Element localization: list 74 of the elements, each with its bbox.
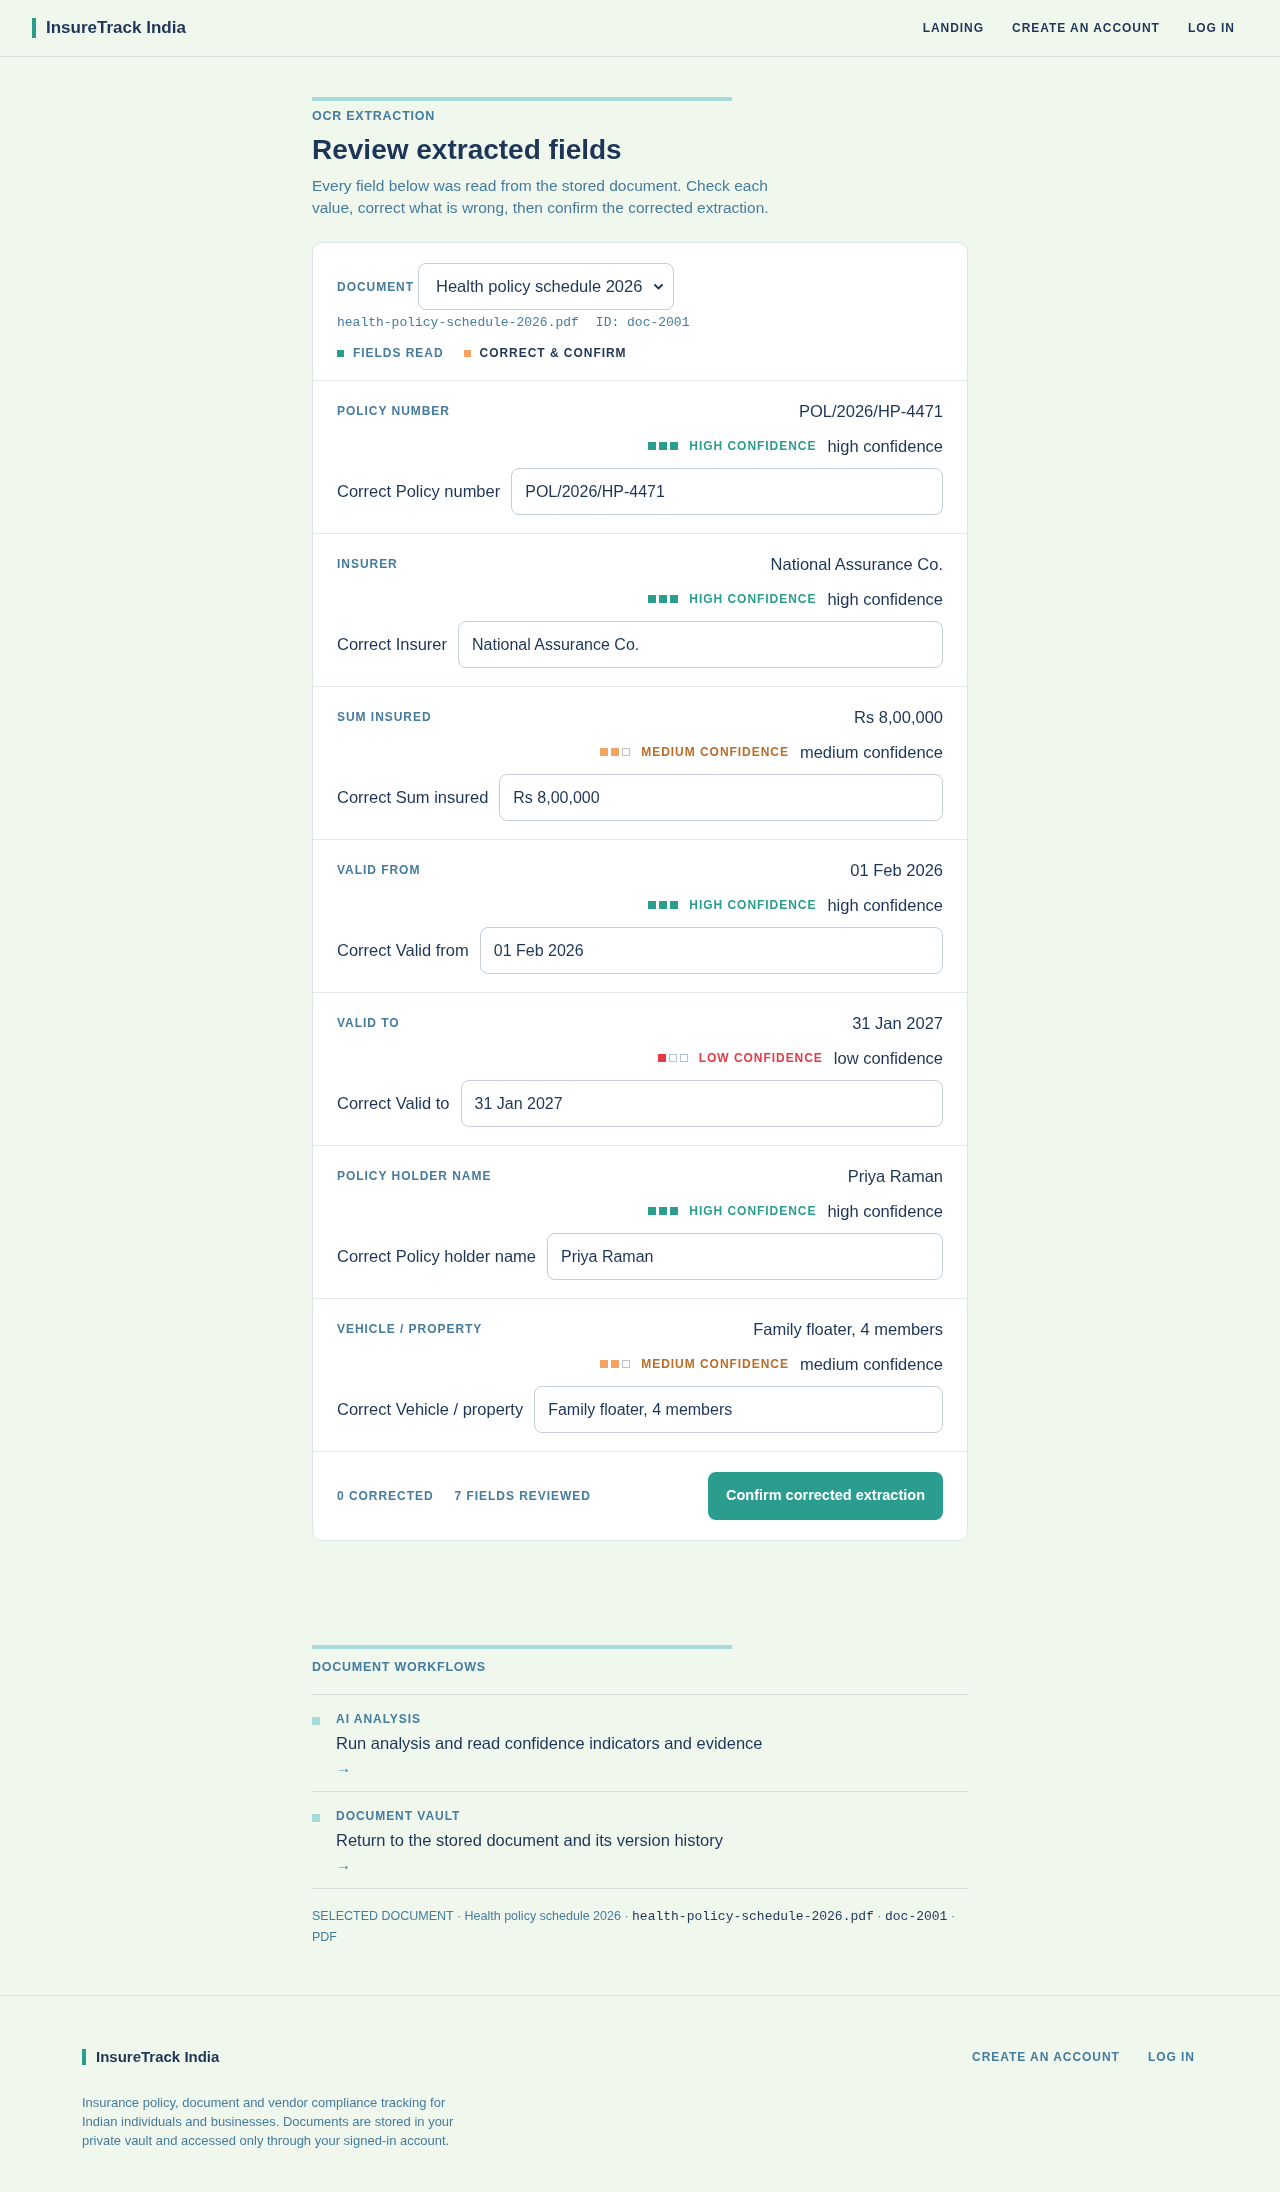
square-marker-icon [312,1814,320,1822]
input-label: Correct Vehicle / property [337,1399,524,1421]
confidence-note: high confidence [827,894,943,916]
extracted-value: 31 Jan 2027 [852,1012,943,1034]
review-stat: 7 FIELDS REVIEWED [454,1488,591,1505]
field-label: INSURER [337,556,398,573]
extracted-value: 01 Feb 2026 [850,859,943,881]
confidence-note: high confidence [827,435,943,457]
document-filename: health-policy-schedule-2026.pdf [337,315,579,331]
nav-link[interactable]: LOG IN [1187,19,1235,37]
field-label: VALID TO [337,1015,400,1032]
brand-name[interactable]: InsureTrack India [46,15,186,41]
logo-bar-icon [32,18,36,38]
correction-input[interactable]: 01 Feb 2026 [479,927,943,974]
input-label: Correct Policy holder name [337,1246,536,1268]
document-label: DOCUMENT [337,278,414,296]
confidence-label: HIGH CONFIDENCE [689,1203,817,1220]
workflow-link[interactable]: AI ANALYSIS [336,1711,422,1727]
confidence-note: high confidence [827,588,943,610]
field-label: VALID FROM [337,862,421,879]
correction-input[interactable]: National Assurance Co. [458,621,943,668]
document-select[interactable]: Health policy schedule 2026 [418,263,675,310]
extracted-value: National Assurance Co. [770,553,943,575]
footer-link[interactable]: LOG IN [1147,2048,1195,2066]
input-label: Correct Valid from [337,940,469,962]
logo-bar-icon [82,2049,86,2065]
eyebrow-label: OCR EXTRACTION [312,108,435,124]
section-label: DOCUMENT WORKFLOWS [312,1659,486,1675]
confidence-label: HIGH CONFIDENCE [689,438,817,455]
nav-link[interactable]: CREATE AN ACCOUNT [1012,19,1160,37]
confidence-label: MEDIUM CONFIDENCE [641,744,789,761]
nav-link[interactable]: LANDING [922,19,985,37]
footer-brand-name[interactable]: InsureTrack India [96,2045,220,2069]
field-label: POLICY HOLDER NAME [337,1168,492,1185]
confidence-note: low confidence [833,1047,943,1069]
arrow-link[interactable]: → [336,1759,351,1777]
correction-input[interactable]: Family floater, 4 members [534,1386,943,1433]
confidence-note: high confidence [827,1200,943,1222]
extracted-value: Priya Raman [847,1165,943,1187]
input-label: Correct Insurer [337,634,448,656]
correction-input[interactable]: POL/2026/HP-4471 [511,468,943,515]
field-label: POLICY NUMBER [337,403,450,420]
field-label: SUM INSURED [337,709,432,726]
correction-input[interactable]: 31 Jan 2027 [460,1080,943,1127]
document-id: ID: doc-2001 [595,315,690,331]
field-label: VEHICLE / PROPERTY [337,1321,483,1338]
confidence-label: MEDIUM CONFIDENCE [641,1356,789,1373]
selected-document-info: SELECTED DOCUMENT · Health policy schedule 2026 · health-policy-schedule-2026.pdf · doc-2001 · PDF [312,1888,968,1947]
extracted-value: Family floater, 4 members [753,1318,943,1340]
chevron-down-icon [654,283,664,290]
review-stat: 0 CORRECTED [337,1488,434,1505]
workflow-description: Return to the stored document and its version history [336,1830,724,1851]
page-description: Every field below was read from the stored document. Check each value, correct what is wrong, then confirm the corrected extraction. [312,176,770,218]
input-label: Correct Sum insured [337,787,489,809]
correction-input[interactable]: Rs 8,00,000 [499,774,943,821]
footer-description: Insurance policy, document and vendor compliance tracking for Indian individuals and businesses. Documents are stored in your private vault and accessed only through your signed-in account. [82,2094,455,2150]
input-label: Correct Valid to [337,1093,450,1115]
confidence-label: HIGH CONFIDENCE [689,897,817,914]
confidence-note: medium confidence [799,1353,943,1375]
input-label: Correct Policy number [337,481,501,503]
correction-input[interactable]: Priya Raman [547,1233,943,1280]
workflow-link[interactable]: DOCUMENT VAULT [336,1808,461,1824]
extracted-value: Rs 8,00,000 [854,706,943,728]
workflow-description: Run analysis and read confidence indicators and evidence [336,1733,763,1754]
confidence-label: HIGH CONFIDENCE [689,591,817,608]
extracted-value: POL/2026/HP-4471 [799,400,943,422]
arrow-link[interactable]: → [336,1856,351,1874]
confidence-note: medium confidence [799,741,943,763]
step-label: FIELDS READ [353,345,444,361]
footer-link[interactable]: CREATE AN ACCOUNT [972,2048,1120,2066]
step-label: CORRECT & CONFIRM [479,345,627,361]
square-marker-icon [312,1717,320,1725]
confidence-label: LOW CONFIDENCE [698,1050,823,1067]
page-title: Review extracted fields [312,133,622,167]
